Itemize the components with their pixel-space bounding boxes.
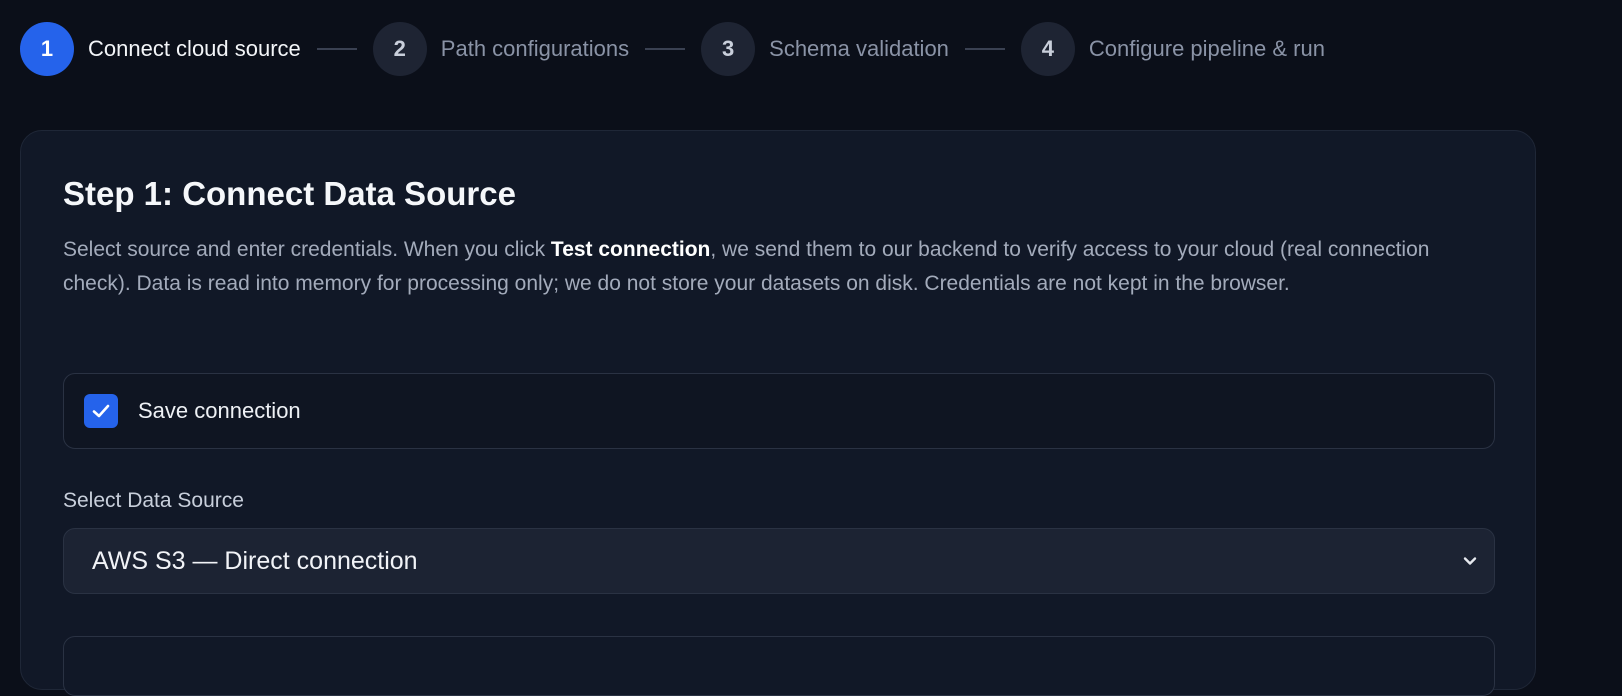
save-connection-label: Save connection [138, 398, 301, 423]
step-label-4: Configure pipeline & run [1088, 36, 1325, 61]
next-field[interactable] [63, 636, 1495, 696]
step-3-schema-validation[interactable]: 3 Schema validation [701, 22, 949, 76]
step-connector [645, 48, 686, 50]
data-source-selected-value: AWS S3 — Direct connection [92, 546, 418, 575]
step-2-path-configurations[interactable]: 2 Path configurations [372, 22, 630, 76]
data-source-select[interactable]: AWS S3 — Direct connection [63, 528, 1495, 594]
step-number-1: 1 [20, 22, 74, 76]
step-label-2: Path configurations [440, 36, 630, 61]
save-connection-box: Save connection [63, 373, 1495, 449]
save-connection-checkbox[interactable] [84, 394, 118, 428]
step-number-3: 3 [701, 22, 756, 76]
check-icon [92, 404, 110, 418]
stepper: 1 Connect cloud source 2 Path configurat… [20, 22, 1325, 76]
connect-data-source-card: Step 1: Connect Data Source Select sourc… [20, 130, 1536, 696]
data-source-label: Select Data Source [63, 489, 244, 512]
card-description: Select source and enter credentials. Whe… [63, 233, 1483, 301]
step-connector [316, 48, 357, 50]
step-1-connect-cloud-source[interactable]: 1 Connect cloud source [20, 22, 301, 76]
step-connector [964, 48, 1005, 50]
card-title: Step 1: Connect Data Source [63, 175, 516, 212]
step-label-1: Connect cloud source [88, 36, 301, 61]
description-text-start: Select source and enter credentials. Whe… [63, 238, 551, 261]
step-label-3: Schema validation [769, 36, 949, 61]
step-number-2: 2 [372, 22, 427, 76]
description-test-connection-emphasis: Test connection [550, 238, 711, 261]
chevron-down-icon [1463, 557, 1477, 565]
step-4-configure-pipeline[interactable]: 4 Configure pipeline & run [1020, 22, 1325, 76]
step-number-4: 4 [1020, 22, 1075, 76]
